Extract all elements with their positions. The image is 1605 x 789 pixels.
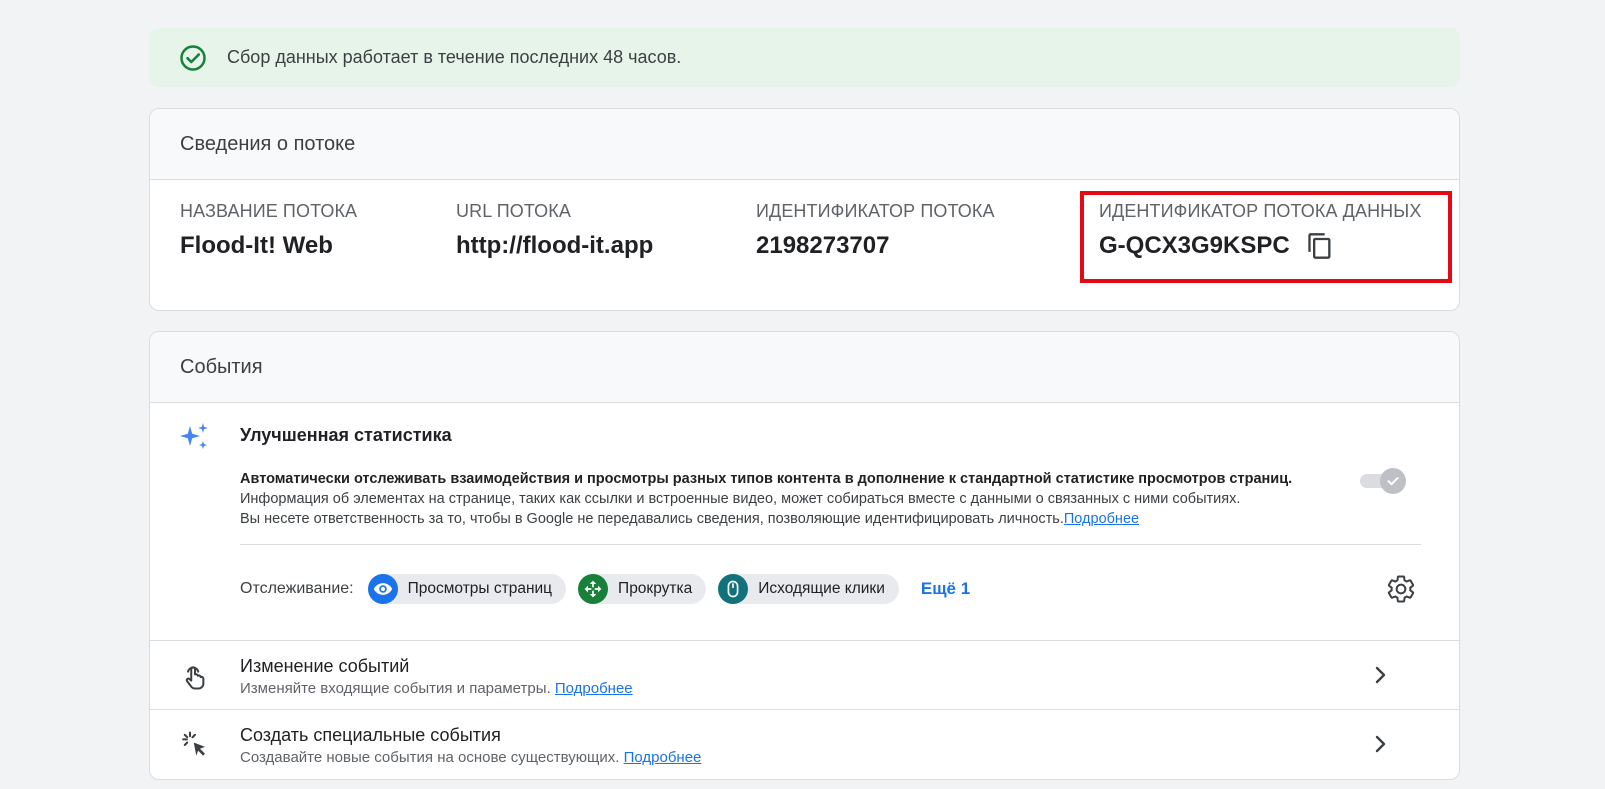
status-banner: Сбор данных работает в течение последних… [149,28,1460,87]
chip-outbound-clicks-label: Исходящие клики [758,580,885,597]
enhanced-learn-more-link[interactable]: Подробнее [1064,511,1139,527]
stream-name-field: НАЗВАНИЕ ПОТОКА Flood-It! Web [180,201,357,260]
events-title: События [150,332,1459,403]
modify-events-row[interactable]: Изменение событий Изменяйте входящие соб… [150,640,1459,709]
enhanced-divider [240,544,1421,545]
enhanced-desc-line2: Информация об элементах на странице, так… [240,491,1241,507]
chevron-right-icon [1368,663,1392,687]
stream-url-label: URL ПОТОКА [456,201,571,221]
modify-events-subtitle-wrap: Изменяйте входящие события и параметры. … [240,680,633,697]
stream-name-value: Flood-It! Web [180,232,333,259]
measurement-id-field: ИДЕНТИФИКАТОР ПОТОКА ДАННЫХ G-QCX3G9KSPC [1099,201,1421,260]
chevron-right-icon [1368,732,1392,756]
measurement-id-label: ИДЕНТИФИКАТОР ПОТОКА ДАННЫХ [1099,201,1422,221]
enhanced-desc-line1: Автоматически отслеживать взаимодействия… [240,471,1293,487]
stream-id-field: ИДЕНТИФИКАТОР ПОТОКА 2198273707 [756,201,995,260]
enhanced-measurement-toggle[interactable] [1360,468,1406,494]
stream-name-label: НАЗВАНИЕ ПОТОКА [180,201,358,221]
gear-icon[interactable] [1386,574,1416,604]
measurement-id-row: G-QCX3G9KSPC [1099,232,1421,260]
create-events-subtitle-wrap: Создавайте новые события на основе сущес… [240,749,701,766]
modify-events-learn-more-link[interactable]: Подробнее [555,680,633,697]
chip-scroll-label: Прокрутка [618,580,693,597]
toggle-thumb [1380,468,1406,494]
tracking-label: Отслеживание: [240,580,354,597]
mouse-icon [718,574,749,604]
chip-scroll[interactable]: Прокрутка [578,574,707,604]
stream-id-value: 2198273707 [756,232,890,259]
tracking-row: Отслеживание: Просмотры страниц Прокрутк… [240,573,970,605]
check-circle-icon [179,44,207,72]
chip-page-views[interactable]: Просмотры страниц [367,574,567,604]
create-events-learn-more-link[interactable]: Подробнее [624,749,702,766]
click-cursor-icon [180,730,210,760]
eye-icon [367,574,398,604]
enhanced-desc-line3-wrap: Вы несете ответственность за то, чтобы в… [240,509,1350,529]
create-events-row[interactable]: Создать специальные события Создавайте н… [150,709,1459,778]
copy-icon[interactable] [1306,232,1334,260]
stream-url-field: URL ПОТОКА http://flood-it.app [456,201,653,260]
chip-page-views-label: Просмотры страниц [407,580,553,597]
measurement-id-value: G-QCX3G9KSPC [1099,232,1290,259]
enhanced-measurement-title: Улучшенная статистика [240,425,452,445]
sparkle-icon [180,422,210,452]
status-banner-text: Сбор данных работает в течение последних… [227,47,682,67]
stream-url-value: http://flood-it.app [456,232,654,259]
events-card: События Улучшенная статистика Автоматиче… [149,331,1460,780]
create-events-title: Создать специальные события [240,725,501,745]
modify-events-title: Изменение событий [240,656,410,676]
stream-details-title: Сведения о потоке [150,109,1459,180]
enhanced-measurement-description: Автоматически отслеживать взаимодействия… [240,469,1350,529]
chip-outbound-clicks[interactable]: Исходящие клики [718,574,899,604]
stream-details-card: Сведения о потоке НАЗВАНИЕ ПОТОКА Flood-… [149,108,1460,311]
check-icon [1386,474,1400,488]
create-events-subtitle: Создавайте новые события на основе сущес… [240,749,620,766]
more-chips-link[interactable]: Ещё 1 [921,579,970,599]
stream-id-label: ИДЕНТИФИКАТОР ПОТОКА [756,201,995,221]
enhanced-desc-line3: Вы несете ответственность за то, чтобы в… [240,511,1064,527]
touch-hand-icon [180,661,210,691]
scroll-arrows-icon [578,574,609,604]
modify-events-subtitle: Изменяйте входящие события и параметры. [240,680,551,697]
